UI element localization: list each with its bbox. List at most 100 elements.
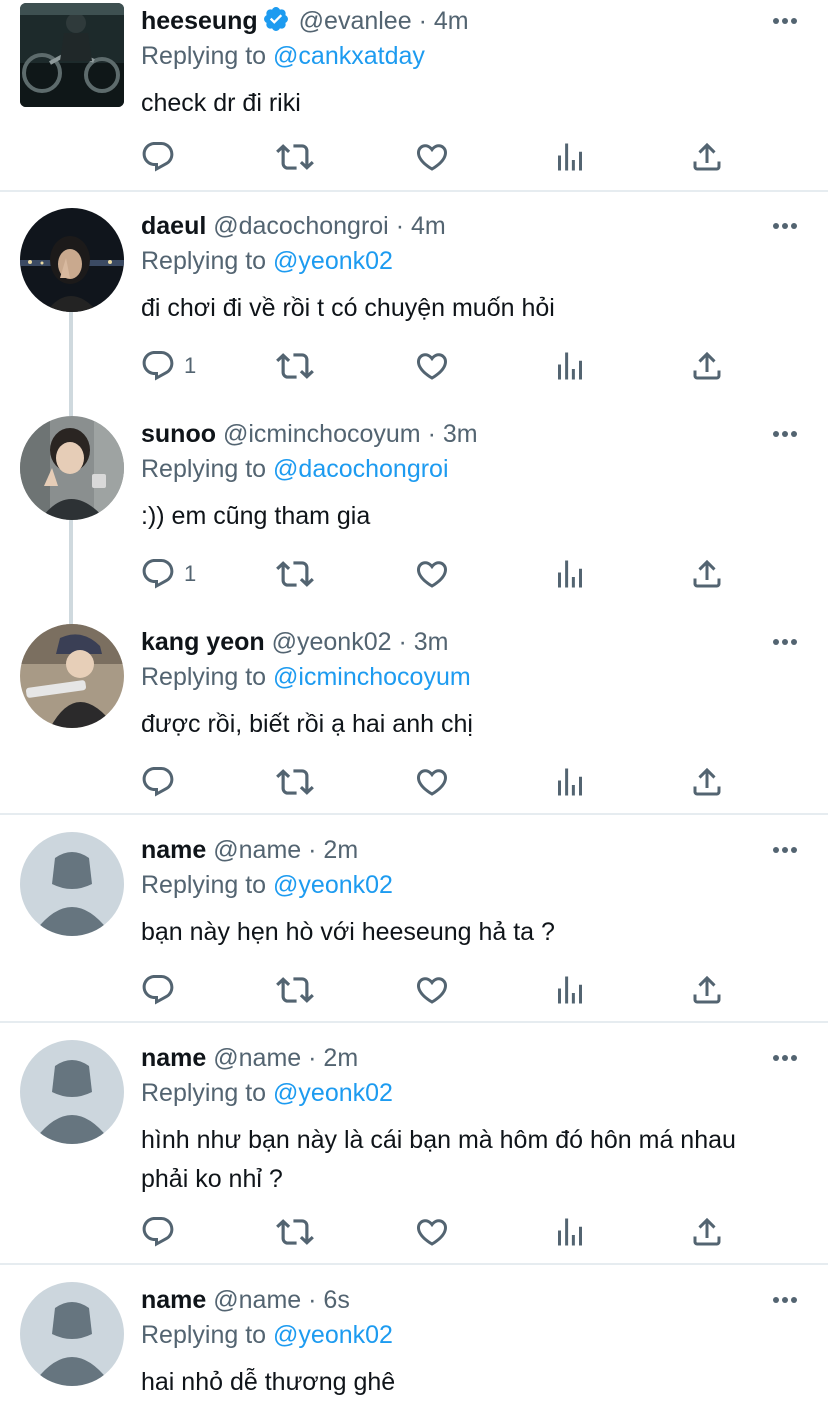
tweet-text: bạn này hẹn hò với heeseung hả ta ? (141, 918, 555, 946)
user-handle[interactable]: @name (213, 1286, 301, 1314)
mention-link[interactable]: @dacochongroi (273, 455, 449, 483)
share-button[interactable] (689, 970, 725, 1010)
avatar[interactable] (20, 832, 124, 936)
reply-button[interactable]: 1 (140, 554, 196, 594)
reply-icon (140, 1214, 176, 1250)
reply-button[interactable] (140, 762, 184, 802)
retweet-button[interactable] (276, 346, 314, 386)
share-button[interactable] (689, 554, 725, 594)
share-button[interactable] (689, 1212, 725, 1252)
retweet-button[interactable] (276, 137, 314, 177)
like-button[interactable] (414, 137, 450, 177)
reply-button[interactable] (140, 970, 184, 1010)
timestamp[interactable]: · 3m (398, 628, 448, 656)
more-icon[interactable] (772, 416, 798, 452)
retweet-icon (276, 555, 314, 593)
views-button[interactable] (552, 970, 588, 1010)
retweet-icon (276, 971, 314, 1009)
share-button[interactable] (689, 762, 725, 802)
retweet-button[interactable] (276, 1212, 314, 1252)
more-icon[interactable] (772, 832, 798, 868)
like-button[interactable] (414, 1212, 450, 1252)
user-handle[interactable]: @evanlee (299, 7, 412, 35)
like-button[interactable] (414, 970, 450, 1010)
mention-link[interactable]: @yeonk02 (273, 871, 393, 899)
share-button[interactable] (689, 346, 725, 386)
user-handle[interactable]: @name (213, 1044, 301, 1072)
tweet[interactable]: heeseung @evanlee · 4m Replying to @cank… (0, 3, 828, 183)
tweet[interactable]: kang yeon @yeonk02 · 3m Replying to @icm… (0, 624, 828, 804)
like-button[interactable] (414, 762, 450, 802)
avatar[interactable] (20, 416, 124, 520)
like-button[interactable] (414, 554, 450, 594)
tweet[interactable]: daeul @dacochongroi · 4m Replying to @ye… (0, 208, 828, 388)
display-name[interactable]: name (141, 1286, 206, 1314)
views-icon (552, 764, 588, 800)
replying-to: Replying to @icminchocoyum (141, 659, 471, 695)
avatar[interactable] (20, 3, 124, 107)
views-icon (552, 139, 588, 175)
divider (0, 190, 828, 192)
like-button[interactable] (414, 346, 450, 386)
timestamp[interactable]: · 4m (419, 7, 469, 35)
timestamp[interactable]: · 2m (308, 1044, 358, 1072)
timestamp[interactable]: · 6s (308, 1286, 350, 1314)
user-handle[interactable]: @dacochongroi (213, 212, 389, 240)
views-button[interactable] (552, 554, 588, 594)
tweet-text: :)) em cũng tham gia (141, 502, 371, 530)
retweet-button[interactable] (276, 970, 314, 1010)
avatar[interactable] (20, 624, 124, 728)
tweet[interactable]: name @name · 6s Replying to @yeonk02 hai… (0, 1282, 828, 1403)
mention-link[interactable]: @icminchocoyum (273, 663, 471, 691)
user-handle[interactable]: @icminchocoyum (223, 420, 421, 448)
retweet-button[interactable] (276, 762, 314, 802)
tweet-text: được rồi, biết rồi ạ hai anh chị (141, 710, 473, 738)
timestamp[interactable]: · 2m (308, 836, 358, 864)
more-icon[interactable] (772, 1040, 798, 1076)
display-name[interactable]: heeseung (141, 7, 258, 35)
mention-link[interactable]: @yeonk02 (273, 1321, 393, 1349)
tweet-actions: 1 (140, 346, 740, 386)
more-icon[interactable] (772, 1282, 798, 1318)
retweet-button[interactable] (276, 554, 314, 594)
avatar[interactable] (20, 1282, 124, 1386)
avatar[interactable] (20, 1040, 124, 1144)
views-button[interactable] (552, 762, 588, 802)
replying-label: Replying to (141, 663, 267, 691)
mention-link[interactable]: @yeonk02 (273, 247, 393, 275)
tweet[interactable]: sunoo @icminchocoyum · 3m Replying to @d… (0, 416, 828, 596)
more-icon[interactable] (772, 208, 798, 244)
reply-button[interactable] (140, 137, 184, 177)
tweet-header: sunoo @icminchocoyum · 3m (141, 416, 478, 452)
display-name[interactable]: daeul (141, 212, 206, 240)
timestamp[interactable]: · 4m (396, 212, 446, 240)
timestamp[interactable]: · 3m (428, 420, 478, 448)
views-button[interactable] (552, 346, 588, 386)
mention-link[interactable]: @yeonk02 (273, 1079, 393, 1107)
more-icon[interactable] (772, 624, 798, 660)
tweet-text: đi chơi đi về rồi t có chuyện muốn hỏi (141, 294, 555, 322)
tweet[interactable]: name @name · 2m Replying to @yeonk02 hìn… (0, 1040, 828, 1260)
user-handle[interactable]: @name (213, 836, 301, 864)
tweet[interactable]: name @name · 2m Replying to @yeonk02 bạn… (0, 832, 828, 1012)
reply-button[interactable]: 1 (140, 346, 196, 386)
views-button[interactable] (552, 1212, 588, 1252)
more-icon[interactable] (772, 3, 798, 39)
divider (0, 1263, 828, 1265)
user-handle[interactable]: @yeonk02 (272, 628, 392, 656)
display-name[interactable]: sunoo (141, 420, 216, 448)
display-name[interactable]: name (141, 1044, 206, 1072)
like-icon (414, 1214, 450, 1250)
mention-link[interactable]: @cankxatday (273, 42, 425, 70)
reply-icon (140, 764, 176, 800)
like-icon (414, 556, 450, 592)
avatar[interactable] (20, 208, 124, 312)
display-name[interactable]: kang yeon (141, 628, 265, 656)
display-name[interactable]: name (141, 836, 206, 864)
divider (0, 813, 828, 815)
share-button[interactable] (689, 137, 725, 177)
tweet-actions (140, 137, 740, 177)
reply-button[interactable] (140, 1212, 184, 1252)
retweet-icon (276, 138, 314, 176)
views-button[interactable] (552, 137, 588, 177)
